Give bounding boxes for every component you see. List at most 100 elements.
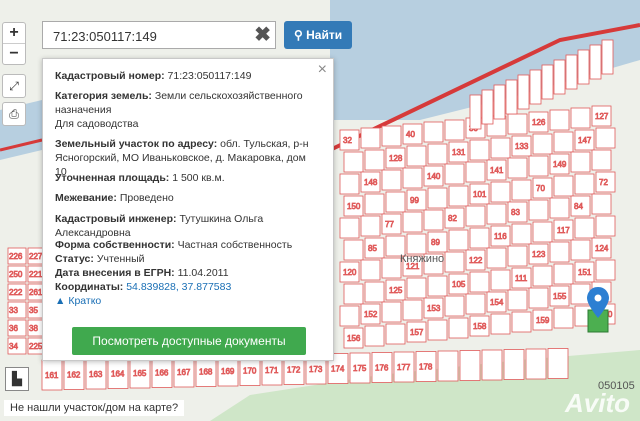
parcel-label: 222 bbox=[9, 288, 23, 297]
parcel bbox=[549, 109, 570, 131]
parcel bbox=[427, 187, 448, 209]
date-row: Дата внесения в ЕГРН: 11.04.2011 bbox=[55, 267, 229, 279]
parcel bbox=[574, 217, 595, 239]
parcel bbox=[507, 113, 528, 135]
parcel bbox=[364, 193, 385, 215]
parcel bbox=[469, 271, 490, 293]
parcel bbox=[385, 191, 406, 213]
ownership-row: Форма собственности: Частная собственнос… bbox=[55, 239, 293, 251]
category-row: Категория земель: Земли сельскохозяйстве… bbox=[55, 90, 303, 116]
parcel-label: 89 bbox=[431, 238, 440, 247]
parcel bbox=[507, 289, 528, 311]
parcel-label: 127 bbox=[595, 112, 609, 121]
search-box: ✖ bbox=[42, 21, 276, 49]
parcel bbox=[532, 221, 553, 243]
zoom-in-button[interactable]: + bbox=[3, 23, 25, 43]
parcel bbox=[547, 348, 569, 379]
not-found-link[interactable]: Не нашли участок/дом на карте? bbox=[4, 400, 185, 416]
parcel-label: 120 bbox=[343, 268, 357, 277]
parcel bbox=[427, 143, 448, 165]
parcel-label: 169 bbox=[221, 367, 235, 376]
parcel-label: 38 bbox=[29, 324, 38, 333]
parcel-label: 172 bbox=[287, 366, 301, 375]
parcel bbox=[444, 163, 465, 185]
parcel-label: 72 bbox=[599, 178, 608, 187]
search-button[interactable]: ⚲ Найти bbox=[284, 21, 352, 49]
parcel-label: 123 bbox=[532, 250, 546, 259]
parcel bbox=[406, 233, 427, 255]
parcel-label: 221 bbox=[29, 270, 43, 279]
parcel-label: 261 bbox=[29, 288, 43, 297]
parcel bbox=[481, 89, 494, 125]
parcel-label: 149 bbox=[553, 160, 567, 169]
parcel-label: 157 bbox=[410, 328, 424, 337]
parcel-label: 111 bbox=[515, 274, 528, 283]
parcel bbox=[465, 161, 486, 183]
parcel-label: 40 bbox=[406, 130, 415, 139]
parcel-label: 154 bbox=[490, 298, 504, 307]
parcel bbox=[339, 305, 360, 327]
parcel-label: 155 bbox=[553, 292, 567, 301]
parcel bbox=[444, 295, 465, 317]
zoom-out-button[interactable]: − bbox=[3, 43, 25, 64]
clear-icon[interactable]: ✖ bbox=[254, 24, 271, 46]
parcel-label: 117 bbox=[557, 226, 570, 235]
parcel bbox=[381, 257, 402, 279]
parcel-label: 150 bbox=[347, 202, 361, 211]
parcel bbox=[360, 127, 381, 149]
parcel bbox=[595, 127, 616, 149]
parcel bbox=[549, 197, 570, 219]
parcel bbox=[553, 175, 574, 197]
parcel bbox=[553, 131, 574, 153]
parcel-label: 178 bbox=[419, 363, 433, 372]
parcel-label: 70 bbox=[536, 184, 545, 193]
parcel-label: 161 bbox=[45, 371, 59, 380]
parcel bbox=[591, 193, 612, 215]
print-button[interactable]: ⎙ bbox=[2, 102, 26, 126]
parcel bbox=[402, 211, 423, 233]
search-button-label: Найти bbox=[306, 28, 343, 42]
parcel bbox=[511, 179, 532, 201]
parcel-label: 116 bbox=[494, 232, 507, 241]
close-icon[interactable]: × bbox=[318, 61, 327, 79]
zoom-control: + − bbox=[2, 22, 26, 65]
parcel bbox=[406, 145, 427, 167]
parcel bbox=[574, 173, 595, 195]
parcel bbox=[553, 263, 574, 285]
parcel-label: 153 bbox=[427, 304, 441, 313]
view-documents-button[interactable]: Посмотреть доступные документы bbox=[72, 327, 306, 355]
parcel bbox=[469, 227, 490, 249]
parcel-label: 147 bbox=[578, 136, 592, 145]
parcel-label: 170 bbox=[243, 367, 257, 376]
parcel bbox=[493, 84, 506, 120]
parcel-label: 227 bbox=[29, 252, 43, 261]
usage-row: Для садоводства bbox=[55, 118, 139, 130]
parcel-label: 159 bbox=[536, 316, 550, 325]
parcel bbox=[364, 149, 385, 171]
fullscreen-button[interactable]: ⤢ bbox=[2, 74, 26, 98]
parcel-info-popup: × Кадастровый номер: 71:23:050117:149 Ка… bbox=[42, 58, 334, 361]
search-input[interactable] bbox=[51, 23, 251, 49]
parcel bbox=[570, 151, 591, 173]
parcel bbox=[402, 167, 423, 189]
legend-button[interactable]: ▙ bbox=[5, 367, 29, 391]
parcel bbox=[364, 325, 385, 347]
parcel bbox=[595, 215, 616, 237]
parcel bbox=[406, 277, 427, 299]
parcel bbox=[532, 265, 553, 287]
search-icon: ⚲ bbox=[294, 28, 303, 42]
parcel bbox=[541, 64, 554, 100]
parcel bbox=[511, 311, 532, 333]
parcel bbox=[553, 307, 574, 329]
parcel bbox=[591, 149, 612, 171]
cad-num-row: Кадастровый номер: 71:23:050117:149 bbox=[55, 70, 252, 82]
parcel-label: 152 bbox=[364, 310, 378, 319]
parcel-label: 36 bbox=[9, 324, 18, 333]
parcel bbox=[339, 217, 360, 239]
parcel-label: 173 bbox=[309, 365, 323, 374]
brief-link[interactable]: Кратко bbox=[68, 295, 101, 307]
parcel bbox=[570, 107, 591, 129]
area-row: Уточненная площадь: 1 500 кв.м. bbox=[55, 172, 225, 184]
coords-link[interactable]: 54.839828, 37.877583 bbox=[126, 281, 231, 293]
parcel bbox=[589, 44, 602, 80]
